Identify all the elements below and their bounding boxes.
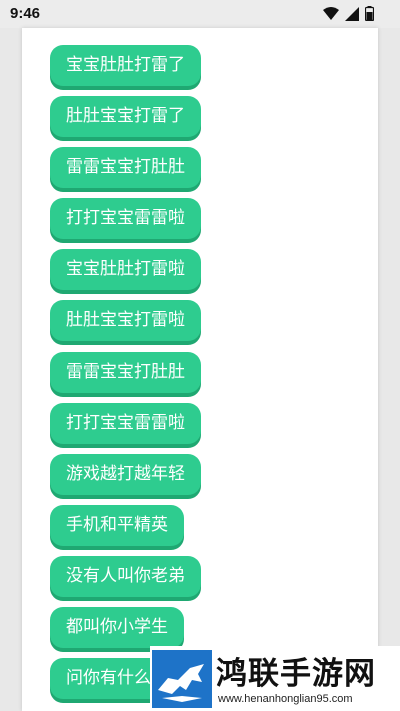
- logo-icon: [152, 650, 212, 708]
- phrase-button[interactable]: 打打宝宝雷雷啦: [50, 402, 201, 444]
- phrase-button[interactable]: 手机和平精英: [50, 504, 184, 546]
- status-bar: 9:46: [0, 0, 400, 28]
- phrase-button[interactable]: 宝宝肚肚打雷啦: [50, 249, 201, 291]
- content-card: 宝宝肚肚打雷了 肚肚宝宝打雷了 雷雷宝宝打肚肚 打打宝宝雷雷啦 宝宝肚肚打雷啦 …: [22, 28, 378, 711]
- phrase-button[interactable]: 肚肚宝宝打雷啦: [50, 300, 201, 342]
- signal-icon: [345, 6, 359, 21]
- phrase-button-list: 宝宝肚肚打雷了 肚肚宝宝打雷了 雷雷宝宝打肚肚 打打宝宝雷雷啦 宝宝肚肚打雷啦 …: [50, 45, 201, 709]
- watermark-url: www.henanhonglian95.com: [218, 693, 353, 705]
- phrase-button[interactable]: 肚肚宝宝打雷了: [50, 96, 201, 138]
- phrase-button[interactable]: 宝宝肚肚打雷了: [50, 45, 201, 86]
- phrase-button[interactable]: 都叫你小学生: [50, 607, 184, 649]
- status-time: 9:46: [10, 5, 41, 22]
- status-icons: [323, 6, 374, 21]
- wifi-icon: [323, 6, 339, 20]
- phrase-button[interactable]: 雷雷宝宝打肚肚: [50, 147, 201, 189]
- phrase-button[interactable]: 打打宝宝雷雷啦: [50, 198, 201, 240]
- battery-icon: [365, 6, 374, 21]
- phrase-button[interactable]: 没有人叫你老弟: [50, 555, 201, 597]
- watermark: 鸿联手游网 www.henanhonglian95.com: [150, 646, 400, 711]
- phrase-button[interactable]: 游戏越打越年轻: [50, 453, 201, 495]
- watermark-title: 鸿联手游网: [216, 656, 376, 692]
- phrase-button[interactable]: 雷雷宝宝打肚肚: [50, 351, 201, 393]
